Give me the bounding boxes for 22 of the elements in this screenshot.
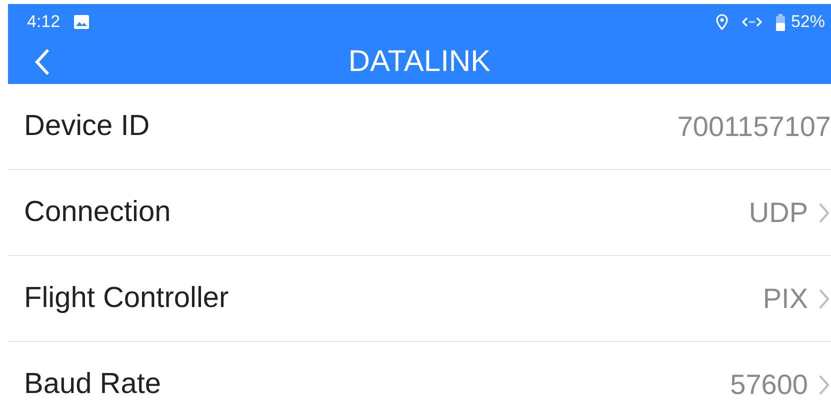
setting-value: PIX xyxy=(762,282,808,314)
back-icon[interactable] xyxy=(34,48,50,76)
location-pin-icon xyxy=(716,14,728,30)
battery-percentage: 52% xyxy=(790,12,825,32)
screen-title: DATALINK xyxy=(348,45,491,79)
clock-time: 4:12 xyxy=(27,12,60,32)
setting-label: Connection xyxy=(24,196,172,229)
setting-label: Device ID xyxy=(24,110,151,143)
setting-value: 57600 xyxy=(730,368,808,400)
setting-label: Flight Controller xyxy=(24,282,230,315)
setting-label: Baud Rate xyxy=(24,368,162,401)
data-transfer-icon xyxy=(742,16,762,28)
settings-row[interactable]: Connection UDP xyxy=(8,170,831,256)
chevron-right-icon xyxy=(818,374,830,396)
settings-row[interactable]: Baud Rate 57600 xyxy=(8,342,831,405)
setting-value: 7001157107 xyxy=(677,110,831,142)
image-icon xyxy=(74,15,90,29)
setting-value: UDP xyxy=(748,196,808,228)
battery-icon xyxy=(776,14,785,30)
chevron-right-icon xyxy=(818,288,830,310)
chevron-right-icon xyxy=(818,202,830,224)
settings-row[interactable]: Flight Controller PIX xyxy=(8,256,831,342)
